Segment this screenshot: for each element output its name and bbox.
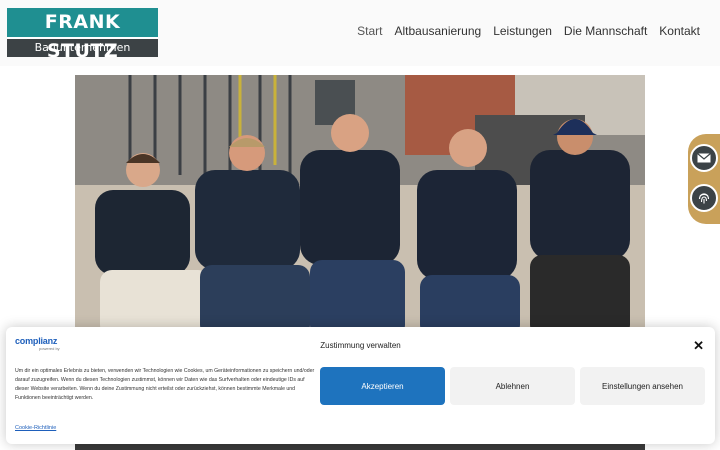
- mail-button[interactable]: [690, 144, 718, 172]
- fingerprint-button[interactable]: [690, 184, 718, 212]
- nav-item-kontakt[interactable]: Kontakt: [659, 24, 700, 38]
- main-nav: Start Altbausanierung Leistungen Die Man…: [357, 24, 700, 38]
- cookie-policy-link[interactable]: Cookie-Richtlinie: [15, 425, 56, 431]
- nav-item-start[interactable]: Start: [357, 24, 382, 38]
- deny-button[interactable]: Ablehnen: [450, 367, 575, 405]
- nav-item-leistungen[interactable]: Leistungen: [493, 24, 552, 38]
- view-preferences-button[interactable]: Einstellungen ansehen: [580, 367, 705, 405]
- logo-tagline: Bauunternehmen: [7, 39, 158, 57]
- consent-text: Um dir ein optimales Erlebnis zu bieten,…: [15, 368, 315, 401]
- team-photo-illustration: [75, 75, 645, 337]
- site-header: FRANK STUTZ Bauunternehmen Start Altbaus…: [0, 0, 720, 66]
- side-contact-tab: [688, 134, 720, 224]
- consent-title: Zustimmung verwalten: [320, 341, 401, 350]
- cookie-consent-dialog: complianz powered by Zustimmung verwalte…: [6, 327, 715, 444]
- nav-item-altbausanierung[interactable]: Altbausanierung: [394, 24, 481, 38]
- accept-button[interactable]: Akzeptieren: [320, 367, 445, 405]
- logo-name: FRANK STUTZ: [7, 8, 158, 62]
- brand-logo[interactable]: FRANK STUTZ Bauunternehmen: [7, 8, 158, 62]
- mail-icon: [697, 153, 711, 163]
- hero-team-photo: [75, 75, 645, 337]
- close-icon[interactable]: ✕: [693, 339, 704, 352]
- nav-item-mannschaft[interactable]: Die Mannschaft: [564, 24, 647, 38]
- fingerprint-icon: [698, 193, 710, 204]
